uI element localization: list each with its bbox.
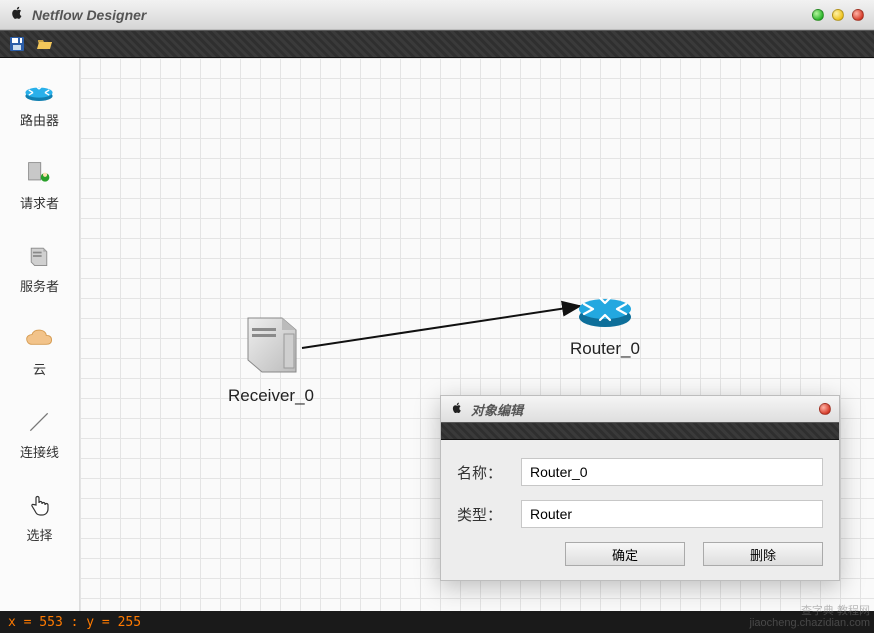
palette-label: 请求者 [20, 193, 59, 212]
dialog-title: 对象编辑 [471, 400, 523, 419]
app-title: Netflow Designer [32, 7, 146, 23]
dialog-name-label: 名称： [457, 462, 509, 483]
link-line-icon [22, 408, 56, 436]
dialog-delete-button[interactable]: 删除 [703, 542, 823, 566]
palette-label: 连接线 [20, 442, 59, 461]
requester-icon [22, 159, 56, 187]
window-close-icon[interactable] [852, 9, 864, 21]
apple-logo-icon [451, 402, 463, 417]
window-controls [812, 9, 864, 21]
object-edit-dialog: 对象编辑 名称： 类型： 确定 删除 [440, 395, 840, 581]
palette-label: 云 [33, 359, 46, 378]
palette-label: 选择 [26, 525, 52, 544]
node-label: Receiver_0 [228, 386, 314, 406]
palette-item-router[interactable]: 路由器 [20, 76, 59, 129]
window-maximize-icon[interactable] [832, 9, 844, 21]
dialog-type-input[interactable] [521, 500, 823, 528]
tool-palette: 路由器 请求者 服务者 云 连接线 [0, 58, 80, 611]
palette-item-server[interactable]: 服务者 [20, 242, 59, 295]
status-bar: x = 553 : y = 255 [0, 611, 874, 633]
apple-logo-icon [10, 6, 24, 23]
dialog-type-label: 类型： [457, 504, 509, 525]
server-icon [22, 242, 56, 270]
cloud-icon [23, 325, 57, 353]
palette-item-requester[interactable]: 请求者 [20, 159, 59, 212]
palette-label: 服务者 [20, 276, 59, 295]
cursor-coordinates: x = 553 : y = 255 [8, 615, 141, 630]
router-disk-icon [575, 283, 635, 331]
palette-label: 路由器 [20, 110, 59, 129]
canvas-node-router[interactable]: Router_0 [570, 283, 640, 359]
canvas-node-receiver[interactable]: Receiver_0 [228, 308, 314, 406]
palette-item-select[interactable]: 选择 [23, 491, 57, 544]
palette-item-link[interactable]: 连接线 [20, 408, 59, 461]
router-icon [22, 76, 56, 104]
dialog-name-input[interactable] [521, 458, 823, 486]
dialog-ok-button[interactable]: 确定 [565, 542, 685, 566]
window-minimize-icon[interactable] [812, 9, 824, 21]
node-label: Router_0 [570, 339, 640, 359]
watermark: 查字典 教程网 jiaocheng.chazidian.com [750, 605, 870, 629]
hand-cursor-icon [23, 491, 57, 519]
title-bar: Netflow Designer [0, 0, 874, 30]
dialog-band [441, 422, 839, 440]
dialog-close-icon[interactable] [819, 403, 831, 415]
save-icon[interactable] [8, 35, 26, 53]
toolbar [0, 30, 874, 58]
palette-item-cloud[interactable]: 云 [23, 325, 57, 378]
server-tower-icon [236, 308, 306, 378]
open-folder-icon[interactable] [36, 35, 54, 53]
dialog-title-bar[interactable]: 对象编辑 [441, 396, 839, 422]
